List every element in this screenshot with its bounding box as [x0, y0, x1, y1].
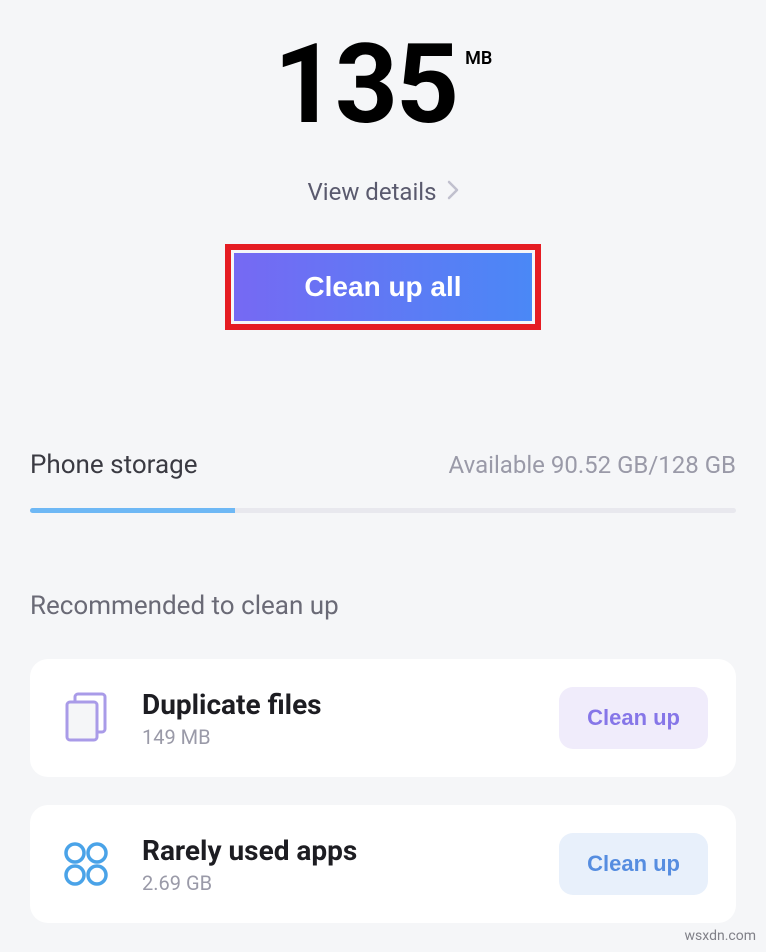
rarely-used-apps-icon [58, 836, 114, 892]
recommended-title: Recommended to clean up [30, 591, 736, 621]
clean-up-all-button[interactable]: Clean up all [234, 253, 531, 321]
watermark: wsxdn.com [685, 928, 756, 944]
storage-progress-bar [30, 508, 736, 513]
clean-up-button[interactable]: Clean up [559, 833, 708, 895]
cleanup-size-unit: MB [465, 48, 492, 69]
view-details-link[interactable]: View details [307, 178, 458, 206]
phone-storage-title: Phone storage [30, 450, 197, 480]
storage-available-label: Available 90.52 GB/128 GB [449, 451, 736, 479]
card-title: Duplicate files [142, 688, 531, 721]
card-title: Rarely used apps [142, 834, 531, 867]
duplicate-files-icon [58, 690, 114, 746]
view-details-label: View details [307, 178, 436, 206]
card-subtitle: 2.69 GB [142, 871, 531, 895]
phone-storage-section: Phone storage Available 90.52 GB/128 GB [0, 450, 766, 513]
cleanup-size: 135 MB [0, 30, 766, 140]
recommended-card-rarely-used-apps[interactable]: Rarely used apps 2.69 GB Clean up [30, 805, 736, 923]
card-subtitle: 149 MB [142, 725, 531, 749]
clean-all-highlight: Clean up all [225, 244, 540, 330]
storage-progress-fill [30, 508, 235, 513]
clean-up-button[interactable]: Clean up [559, 687, 708, 749]
recommended-section: Recommended to clean up Duplicate files … [0, 591, 766, 923]
chevron-right-icon [447, 180, 459, 205]
recommended-card-duplicate-files[interactable]: Duplicate files 149 MB Clean up [30, 659, 736, 777]
cleanup-size-value: 135 [274, 30, 457, 140]
cleanup-summary: 135 MB View details Clean up all [0, 0, 766, 330]
